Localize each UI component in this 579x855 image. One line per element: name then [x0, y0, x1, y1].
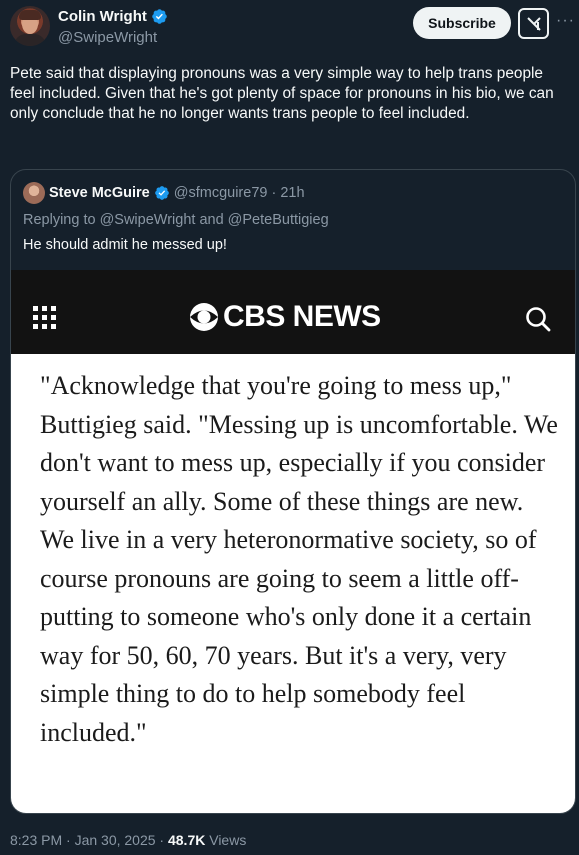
replying-to: Replying to @SwipeWright and @PeteButtig… [23, 212, 329, 228]
tweet-timestamp[interactable]: 8:23 PM · Jan 30, 2025 · [10, 832, 168, 848]
grok-button[interactable] [518, 8, 549, 39]
quoted-display-name[interactable]: Steve McGuire [49, 185, 150, 201]
article-quote-text: "Acknowledge that you're going to mess u… [40, 371, 558, 747]
cbs-news-logo: CBS NEWS [189, 297, 381, 337]
author-avatar[interactable] [10, 6, 50, 46]
menu-grid-icon [33, 306, 57, 330]
cbs-header-bar: CBS NEWS [11, 270, 575, 354]
quoted-media-image[interactable]: CBS NEWS "Acknowledge that you're going … [11, 270, 575, 813]
cbs-eye-icon [190, 303, 218, 331]
views-count: 48.7K [167, 832, 206, 848]
cbs-news-wordmark: CBS NEWS [223, 300, 381, 333]
tweet-text: Pete said that displaying pronouns was a… [10, 65, 554, 122]
verified-badge-icon [154, 186, 169, 200]
subscribe-button[interactable]: Subscribe [413, 7, 511, 39]
quoted-avatar[interactable] [23, 182, 45, 204]
grok-icon [526, 16, 541, 31]
tweet-footer: 8:23 PM · Jan 30, 2025 · 48.7K Views [10, 832, 246, 848]
quoted-text: He should admit he messed up! [23, 237, 227, 253]
quoted-tweet[interactable]: Steve McGuire @sfmcguire79 · 21h Replyin… [10, 169, 576, 814]
tweet-header: Colin Wright @SwipeWright Subscribe ··· [0, 0, 579, 56]
quoted-handle-time: @sfmcguire79 · 21h [173, 185, 305, 201]
views-label: Views [205, 832, 247, 848]
quoted-header: Steve McGuire @sfmcguire79 · 21h [23, 182, 305, 204]
author-name-row[interactable]: Colin Wright [58, 8, 168, 25]
author-display-name[interactable]: Colin Wright [58, 8, 147, 25]
more-options-icon[interactable]: ··· [556, 12, 575, 30]
search-icon [526, 307, 551, 332]
author-handle[interactable]: @SwipeWright [58, 29, 157, 46]
verified-badge-icon [152, 9, 167, 24]
